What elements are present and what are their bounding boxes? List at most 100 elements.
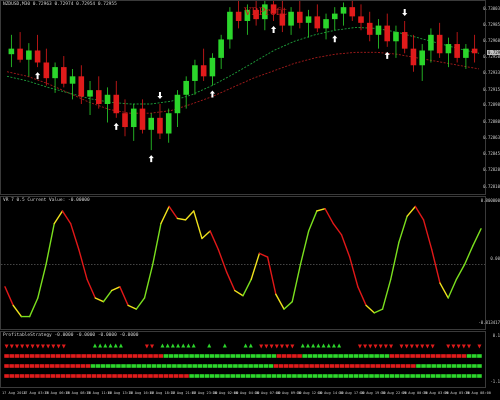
price-scale[interactable]: 0.73003 0.72985 0.72968 0.72950 0.72933 0.729… [483, 0, 500, 195]
signal-grid-canvas[interactable] [1, 332, 487, 389]
buy-signal-marker [165, 343, 170, 348]
candle-body [410, 48, 417, 66]
sell-signal-cell [297, 354, 302, 358]
sell-signal-cell [9, 364, 14, 368]
sell-signal-cell [101, 354, 107, 358]
oscillator-segment [86, 278, 96, 299]
sell-signal-cell [304, 364, 309, 368]
buy-signal-cell [163, 354, 169, 358]
buy-signal-cell [184, 354, 189, 358]
current-price-tag: 0.72955 [487, 49, 500, 55]
sell-signal-cell [360, 364, 365, 368]
sell-signal-cell [276, 354, 282, 358]
sell-signal-cell [34, 364, 40, 368]
candle-body [314, 16, 321, 29]
buy-signal-cell [261, 354, 266, 358]
oscillator-segment [110, 286, 121, 292]
buy-signal-cell [271, 374, 277, 378]
buy-signal-marker [98, 343, 103, 348]
sell-signal-cell [289, 364, 294, 368]
buy-signal-marker [186, 343, 191, 348]
buy-signal-cell [189, 374, 194, 378]
buy-signal-cell [173, 354, 179, 358]
buy-signal-cell [95, 364, 101, 368]
sell-signal-cell [91, 354, 97, 358]
buy-signal-cell [209, 374, 215, 378]
oscillator-segment [61, 210, 72, 225]
oscillator-canvas[interactable] [1, 197, 487, 331]
buy-signal-cell [435, 374, 441, 378]
oscillator-segment [332, 222, 343, 236]
price-tick-label: 0.72933 [483, 70, 500, 76]
candle-body [331, 13, 338, 20]
oscillator-segment [143, 263, 154, 299]
oscillator-pane[interactable]: VR 7 0.5 Current Value: -0.00000 [0, 196, 486, 330]
candle [165, 108, 172, 143]
sell-signal-marker [430, 344, 435, 349]
buy-signal-cell [333, 374, 338, 378]
candle [200, 48, 207, 81]
oscillator-segment [12, 304, 23, 318]
buy-signal-cell [420, 374, 426, 378]
buy-signal-cell [212, 364, 218, 368]
oscillator-segment [209, 230, 220, 251]
sell-signal-cell [86, 374, 92, 378]
buy-signal-cell [446, 364, 452, 368]
sell-signal-cell [281, 354, 287, 358]
signal-grid-pane[interactable]: ProfitableStrategy -0.0000 -0.0000 -0.00… [0, 331, 486, 388]
buy-signal-cell [333, 354, 338, 358]
oscillator-segment [193, 210, 203, 240]
buy-signal-cell [312, 354, 318, 358]
buy-signal-cell [369, 374, 374, 378]
sell-signal-marker [150, 344, 155, 349]
buy-signal-marker [176, 343, 181, 348]
candle-body [323, 19, 329, 29]
sell-signal-marker [144, 344, 149, 349]
price-chart-canvas[interactable] [1, 1, 487, 196]
oscillator-segment [455, 263, 466, 281]
sell-signal-marker [446, 344, 451, 349]
signal-grid-header: ProfitableStrategy -0.0000 -0.0000 -0.00… [3, 333, 139, 338]
sell-signal-cell [179, 374, 184, 378]
sell-signal-cell [127, 374, 133, 378]
sell-signal-cell [45, 374, 51, 378]
oscillator-segment [53, 210, 64, 225]
price-chart-pane[interactable]: NZDUSD,M30 0.72963 0.72974 0.72954 0.729… [0, 0, 486, 195]
sell-signal-marker [477, 344, 482, 349]
time-axis[interactable]: 17 Aug 2018 17 Aug 03:30 17 Aug 06:00 17 Au… [0, 389, 491, 400]
buy-signal-cell [466, 354, 472, 358]
buy-signal-cell [121, 364, 126, 368]
sell-signal-cell [14, 354, 20, 358]
candle-body [34, 50, 41, 63]
oscillator-segment [422, 219, 433, 251]
oscillator-segment [414, 205, 425, 221]
sell-arrow-icon [402, 8, 408, 16]
oscillator-scale[interactable]: 0.800000 0.00 -0.813417 [478, 196, 500, 330]
arrow-shape [34, 72, 41, 80]
candle-body [401, 32, 408, 49]
sell-signal-cell [81, 354, 86, 358]
buy-signal-marker [92, 343, 97, 348]
candle-body [209, 57, 216, 77]
buy-signal-cell [235, 354, 241, 358]
sell-signal-cell [9, 374, 15, 378]
sell-signal-cell [456, 354, 462, 358]
buy-signal-cell [166, 364, 172, 368]
sell-signal-cell [370, 364, 375, 368]
buy-signal-marker [160, 343, 165, 348]
vbprofit-watermark: VBProfit [244, 7, 287, 18]
buy-signal-marker [337, 343, 342, 348]
candle-body [52, 67, 58, 79]
buy-signal-marker [311, 343, 316, 348]
buy-signal-cell [410, 374, 415, 378]
candle-body [305, 16, 312, 23]
sell-signal-cell [132, 374, 138, 378]
sell-signal-marker [269, 344, 274, 349]
candle-body [419, 50, 425, 66]
sell-signal-cell [153, 354, 158, 358]
buy-signal-cell [233, 364, 238, 368]
buy-signal-cell [168, 354, 174, 358]
signal-scale[interactable]: 0.1 -1.1 [487, 331, 500, 388]
sell-signal-marker [30, 344, 35, 349]
candle [436, 22, 443, 58]
